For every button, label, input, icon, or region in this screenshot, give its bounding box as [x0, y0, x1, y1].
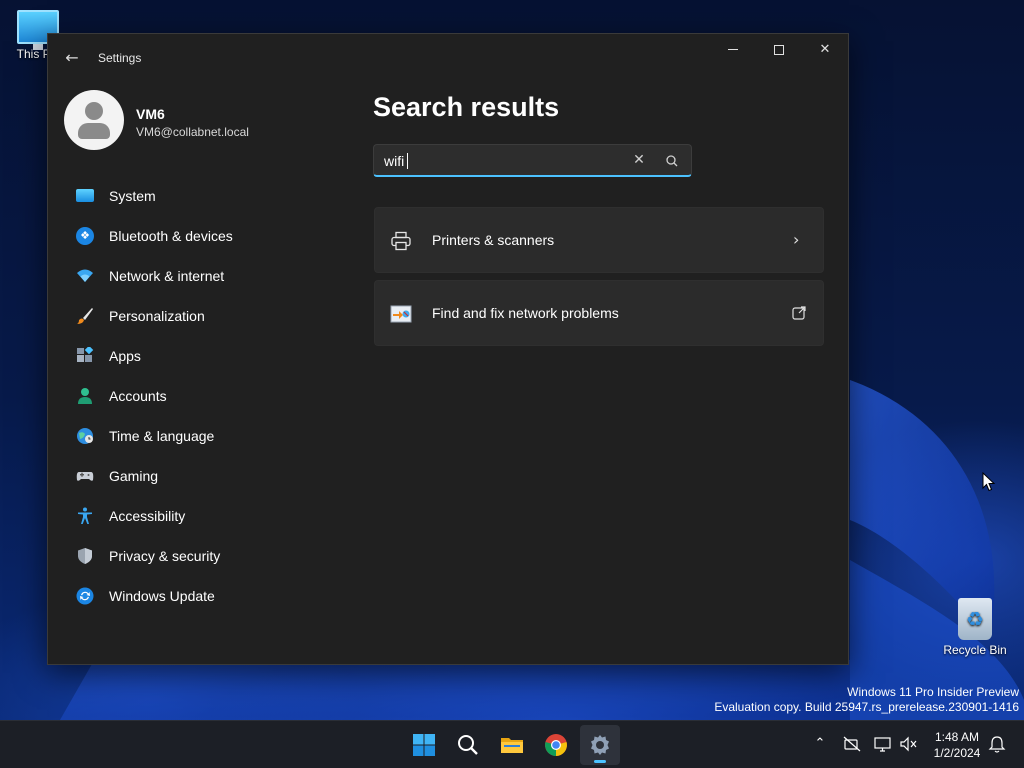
avatar-body [78, 123, 110, 139]
sidebar-item-windows-update[interactable]: Windows Update [64, 576, 334, 616]
settings-window: ← Settings ✕ VM6 VM6@collabnet.local Sys… [47, 33, 849, 665]
taskbar-search-button[interactable] [448, 725, 488, 765]
file-explorer-button[interactable] [492, 725, 532, 765]
back-arrow-icon[interactable]: ← [60, 47, 84, 69]
desktop-icon-label: Recycle Bin [943, 643, 1007, 657]
sidebar-item-label: Network & internet [109, 268, 225, 284]
bluetooth-icon: ❖ [76, 227, 94, 245]
avatar-head [85, 102, 103, 120]
watermark-edition: Windows 11 Pro Insider Preview [847, 685, 1019, 699]
search-icon[interactable] [663, 152, 681, 170]
window-title: Settings [98, 51, 142, 65]
taskbar-clock[interactable]: 1:48 AM 1/2/2024 [925, 729, 989, 761]
person-icon [76, 387, 94, 405]
maximize-button[interactable] [756, 34, 802, 66]
search-input[interactable] [384, 152, 624, 170]
settings-icon [591, 735, 609, 755]
bell-icon [988, 736, 1006, 753]
update-icon [76, 587, 94, 605]
user-email: VM6@collabnet.local [136, 125, 249, 139]
clock-date: 1/2/2024 [933, 746, 981, 760]
sidebar-item-label: Time & language [109, 428, 215, 444]
chevron-right-icon: › [793, 230, 800, 249]
chevron-up-icon: ⌃ [814, 736, 826, 751]
sidebar-item-label: Personalization [109, 308, 205, 324]
clear-icon[interactable]: ✕ [630, 151, 648, 169]
display-tray-button[interactable] [873, 734, 893, 754]
display-icon [874, 737, 891, 752]
search-result-label: Printers & scanners [432, 232, 555, 248]
taskbar: ⌃ 1:48 AM 1/2/2024 [0, 720, 1024, 768]
build-watermark: Windows 11 Pro Insider Preview Evaluatio… [714, 685, 1019, 715]
apps-icon [76, 347, 94, 365]
show-hidden-icons-button[interactable]: ⌃ [810, 734, 830, 754]
start-icon [413, 734, 435, 756]
recycle-bin-icon [958, 598, 992, 640]
network-troubleshoot-icon [390, 303, 412, 325]
search-box[interactable]: ✕ [373, 144, 692, 177]
sidebar-item-apps[interactable]: Apps [64, 336, 334, 376]
monitor-icon [76, 189, 94, 202]
printer-icon [390, 230, 412, 252]
title-bar[interactable]: ← Settings ✕ [48, 34, 848, 80]
sidebar-item-network[interactable]: Network & internet [64, 256, 334, 296]
sidebar-item-accounts[interactable]: Accounts [64, 376, 334, 416]
globe-clock-icon [76, 427, 94, 445]
clock-time: 1:48 AM [934, 730, 980, 744]
sidebar-item-label: Apps [109, 348, 141, 364]
user-name: VM6 [136, 106, 165, 122]
sidebar-item-bluetooth[interactable]: ❖ Bluetooth & devices [64, 216, 334, 256]
sidebar-item-label: Bluetooth & devices [109, 228, 233, 244]
maximize-icon [774, 44, 784, 55]
sidebar-item-label: Accounts [109, 388, 167, 404]
chrome-icon [545, 734, 567, 756]
sidebar-item-gaming[interactable]: Gaming [64, 456, 334, 496]
text-caret [407, 153, 408, 169]
close-icon: ✕ [819, 42, 831, 57]
brush-icon [76, 307, 94, 325]
close-button[interactable]: ✕ [802, 34, 848, 66]
avatar[interactable] [64, 90, 124, 150]
sidebar-item-label: System [109, 188, 156, 204]
volume-muted-icon [900, 736, 917, 752]
sidebar-item-label: Gaming [109, 468, 159, 484]
desktop-icon-recycle-bin[interactable]: Recycle Bin [939, 596, 1011, 657]
search-icon [458, 735, 478, 755]
settings-taskbar-button[interactable] [580, 725, 620, 765]
start-button[interactable] [404, 725, 444, 765]
sidebar-nav: System ❖ Bluetooth & devices Network & i… [64, 176, 334, 616]
active-indicator [594, 760, 606, 763]
minimize-button[interactable] [710, 34, 756, 66]
page-title: Search results [373, 92, 560, 122]
watermark-build: Evaluation copy. Build 25947.rs_prerelea… [714, 700, 1019, 714]
sidebar-item-label: Privacy & security [109, 548, 221, 564]
mouse-cursor-icon [982, 472, 996, 492]
sidebar-item-label: Accessibility [109, 508, 186, 524]
volume-button[interactable] [899, 734, 919, 754]
wifi-icon [76, 267, 94, 285]
sidebar-item-time-language[interactable]: Time & language [64, 416, 334, 456]
open-external-icon [791, 305, 807, 321]
network-disconnected-icon [843, 736, 861, 752]
search-result-find-fix-network[interactable]: Find and fix network problems [374, 280, 824, 346]
sidebar-item-system[interactable]: System [64, 176, 334, 216]
search-result-printers-scanners[interactable]: Printers & scanners › [374, 207, 824, 273]
sidebar-item-accessibility[interactable]: Accessibility [64, 496, 334, 536]
accessibility-icon [76, 507, 94, 525]
shield-icon [76, 547, 94, 565]
network-status-button[interactable] [842, 734, 862, 754]
chrome-button[interactable] [536, 725, 576, 765]
sidebar-item-privacy-security[interactable]: Privacy & security [64, 536, 334, 576]
gamepad-icon [76, 467, 94, 485]
search-result-label: Find and fix network problems [432, 305, 619, 321]
minimize-icon [728, 49, 738, 50]
sidebar-item-label: Windows Update [109, 588, 215, 604]
notifications-button[interactable] [987, 734, 1007, 754]
file-explorer-icon [501, 738, 523, 753]
sidebar-item-personalization[interactable]: Personalization [64, 296, 334, 336]
